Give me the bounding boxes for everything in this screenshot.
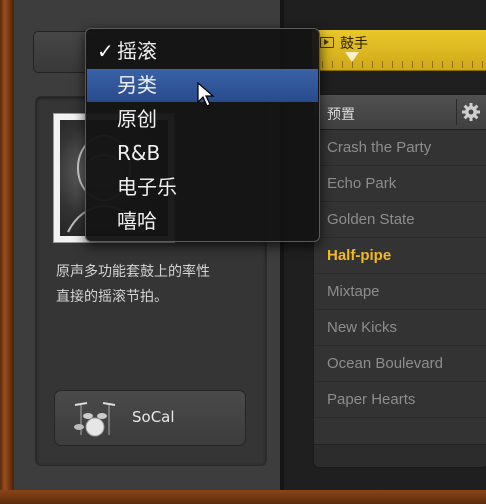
presets-footer bbox=[314, 444, 486, 467]
wood-panel-bottom bbox=[0, 490, 486, 504]
drum-kit-button[interactable]: SoCal bbox=[54, 390, 246, 446]
presets-panel: 预置 Crash the Party Echo Park Golden Stat… bbox=[313, 94, 486, 468]
playhead-marker-icon[interactable] bbox=[345, 52, 359, 62]
drummer-description: 原声多功能套鼓上的率性 直接的摇滚节拍。 bbox=[56, 260, 266, 310]
description-line: 直接的摇滚节拍。 bbox=[56, 289, 168, 305]
menu-item-label: R&B bbox=[117, 141, 161, 165]
presets-title: 预置 bbox=[327, 107, 355, 123]
description-line: 原声多功能套鼓上的率性 bbox=[56, 264, 210, 280]
preset-item[interactable]: New Kicks bbox=[314, 310, 486, 346]
mouse-pointer-icon bbox=[197, 82, 215, 107]
gear-icon[interactable] bbox=[456, 99, 483, 125]
menu-item-hiphop[interactable]: 嘻哈 bbox=[87, 205, 318, 238]
preset-item[interactable]: Ocean Boulevard bbox=[314, 346, 486, 382]
preset-item-active[interactable]: Half-pipe bbox=[314, 238, 486, 274]
menu-item-label: 电子乐 bbox=[117, 175, 177, 199]
menu-item-label: 摇滚 bbox=[117, 39, 157, 63]
preset-item[interactable]: Crash the Party bbox=[314, 130, 486, 166]
preset-item[interactable]: Echo Park bbox=[314, 166, 486, 202]
region-ruler bbox=[312, 52, 486, 68]
preset-item[interactable]: Paper Hearts bbox=[314, 382, 486, 418]
menu-item-rnb[interactable]: R&B bbox=[87, 137, 318, 170]
drummer-region[interactable]: 鼓手 bbox=[312, 30, 486, 71]
menu-item-label: 嘻哈 bbox=[117, 209, 157, 233]
region-loop-icon bbox=[320, 37, 334, 48]
menu-item-label: 另类 bbox=[117, 73, 157, 97]
presets-header: 预置 bbox=[314, 95, 486, 130]
region-name: 鼓手 bbox=[340, 36, 368, 52]
checkmark-icon: ✓ bbox=[97, 39, 114, 63]
preset-item[interactable]: Golden State bbox=[314, 202, 486, 238]
menu-item-rock[interactable]: ✓ 摇滚 bbox=[87, 35, 318, 68]
preset-item[interactable]: Mixtape bbox=[314, 274, 486, 310]
drum-kit-icon bbox=[74, 402, 116, 437]
menu-item-electronic[interactable]: 电子乐 bbox=[87, 171, 318, 204]
preset-list: Crash the Party Echo Park Golden State H… bbox=[314, 130, 486, 418]
wood-panel-left bbox=[0, 0, 14, 504]
kit-name: SoCal bbox=[132, 408, 175, 426]
genre-dropdown-menu: ✓ 摇滚 另类 原创 R&B 电子乐 嘻哈 bbox=[85, 28, 320, 242]
menu-item-label: 原创 bbox=[117, 107, 157, 131]
